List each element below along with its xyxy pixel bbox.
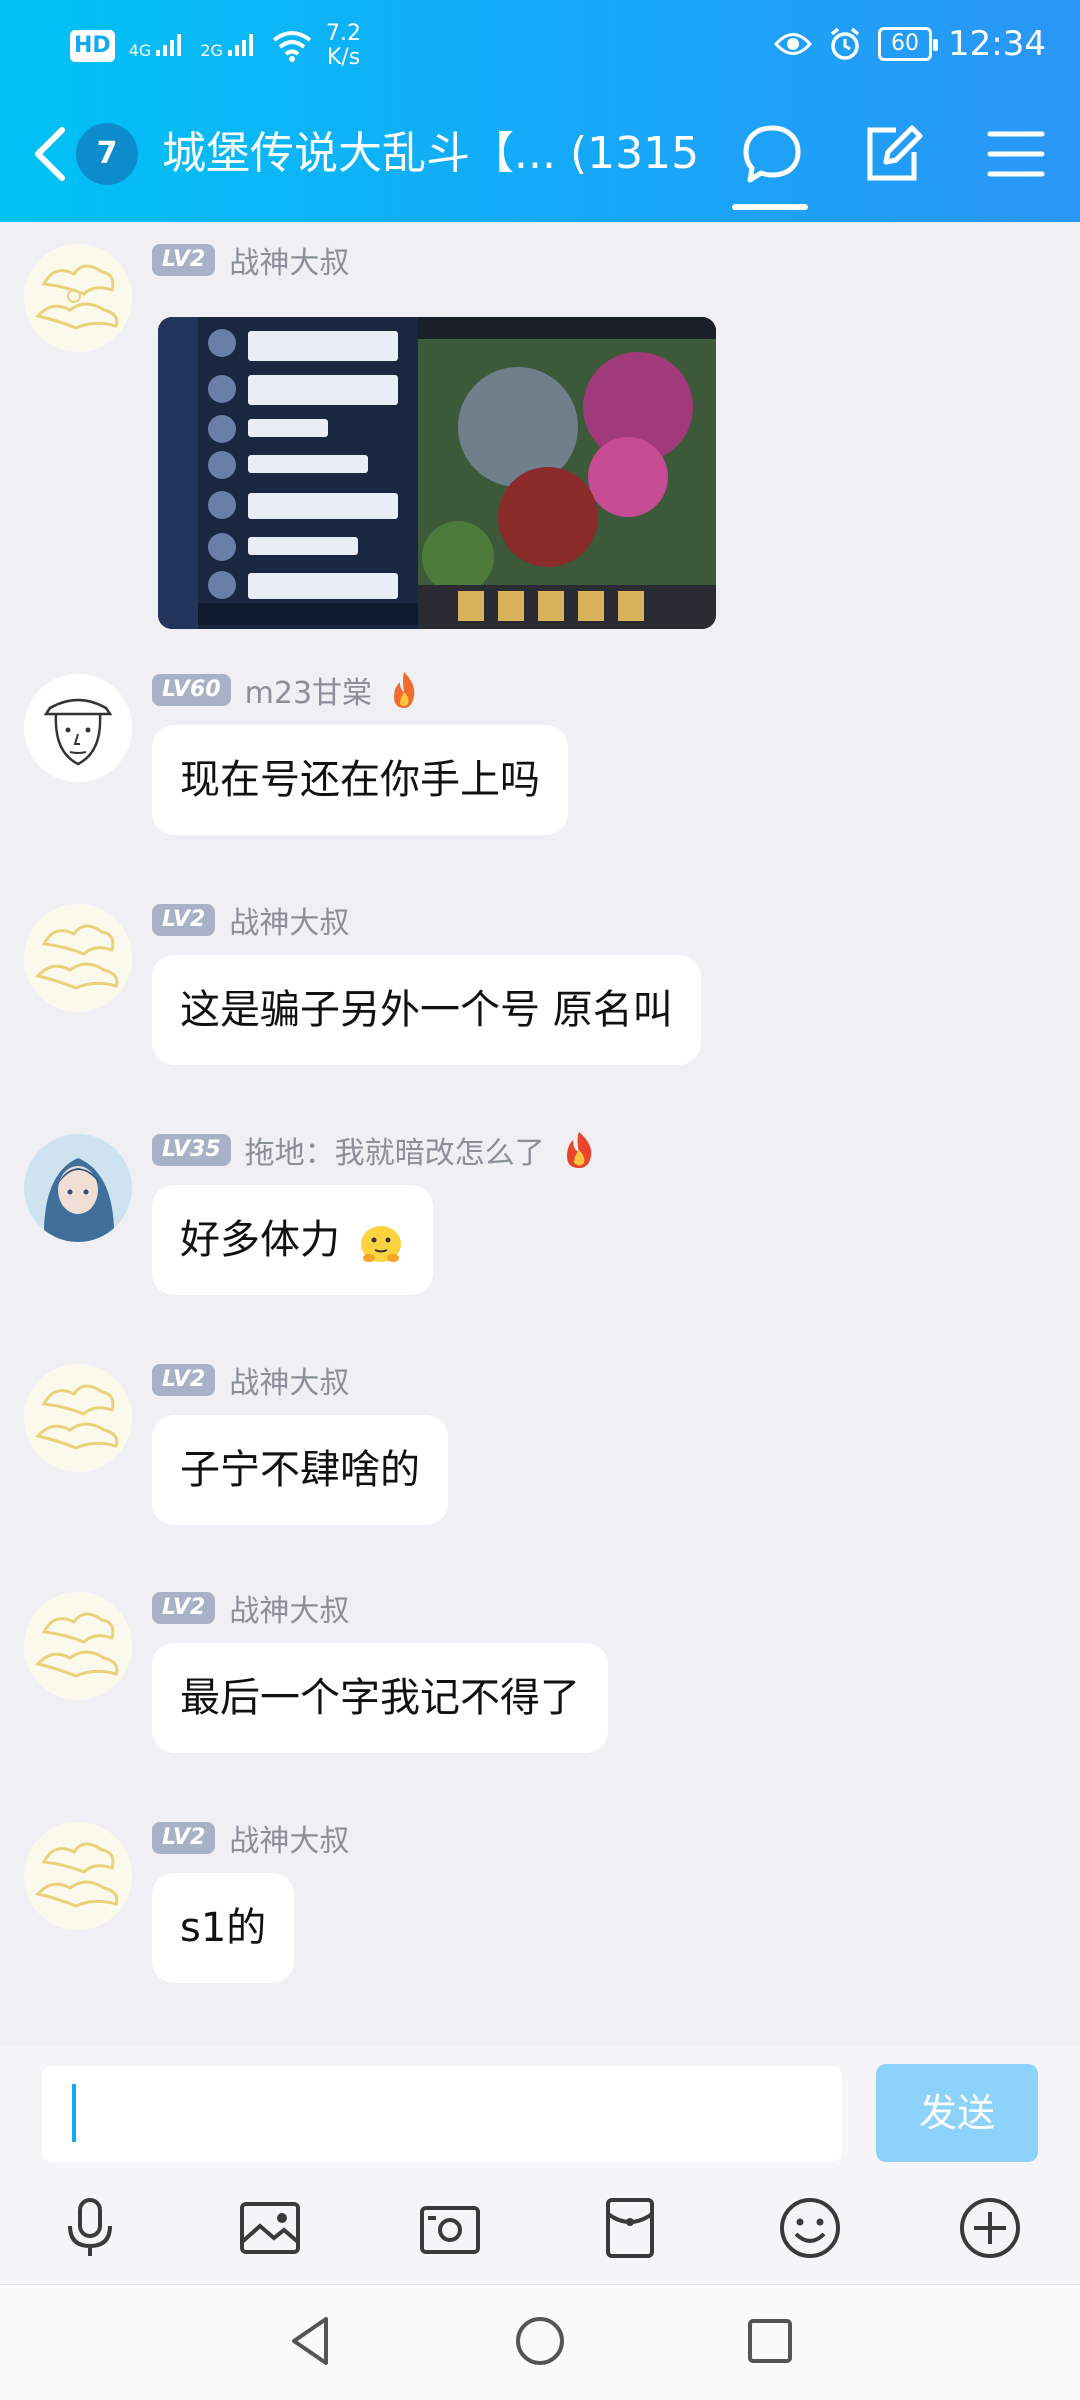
back-arrow-icon[interactable] [30, 126, 70, 182]
battery-indicator: 60 [878, 27, 939, 61]
sender-name[interactable]: 拖地：我就暗改怎么了 [245, 1128, 545, 1172]
cloud-pattern-avatar [24, 1364, 132, 1472]
message-item: LV2 战神大叔 最后一个字我记不得了 [0, 1580, 1080, 1780]
input-bar: 发送 [0, 2046, 1080, 2284]
cloud-pattern-avatar [24, 1592, 132, 1700]
hd-indicator: HD [70, 30, 115, 62]
sketch-face-avatar [24, 674, 132, 782]
message-item: LV35 拖地：我就暗改怎么了 好多体力 [0, 1122, 1080, 1322]
avatar[interactable] [24, 1364, 132, 1472]
active-tab-indicator [732, 204, 808, 210]
network-2g: 2G [200, 33, 258, 59]
add-icon[interactable] [958, 2196, 1022, 2260]
avatar[interactable] [24, 244, 132, 352]
shared-image[interactable] [158, 317, 716, 629]
emoji-icon[interactable] [778, 2196, 842, 2260]
nav-recents-icon[interactable] [740, 2311, 800, 2371]
sender-name[interactable]: 战神大叔 [229, 898, 349, 942]
chat-nav-bar: 7 城堡传说大乱斗【... (1315) [0, 100, 1080, 212]
signal-icon [228, 33, 254, 56]
level-badge: LV2 [152, 1592, 216, 1624]
red-packet-icon[interactable] [598, 2196, 662, 2260]
chat-bubble-icon[interactable] [740, 122, 804, 186]
cloud-pattern-avatar [24, 904, 132, 1012]
sender-name[interactable]: 战神大叔 [229, 1358, 349, 1402]
avatar[interactable] [24, 1134, 132, 1242]
image-icon[interactable] [238, 2196, 302, 2260]
level-badge: LV35 [152, 1134, 231, 1166]
level-badge: LV2 [152, 904, 216, 936]
level-badge: LV60 [152, 674, 231, 706]
text-cursor [72, 2084, 76, 2142]
status-bar: HD 4G 2G 7.2 K/s 60 12:34 [0, 0, 1080, 92]
camera-icon[interactable] [418, 2196, 482, 2260]
message-item: LV2 战神大叔 这是骗子另外一个号 原名叫 [0, 892, 1080, 1092]
edit-icon[interactable] [860, 122, 924, 186]
message-bubble[interactable]: 最后一个字我记不得了 [152, 1643, 608, 1753]
sender-name[interactable]: m23甘棠 [245, 668, 372, 712]
microphone-icon[interactable] [58, 2196, 122, 2260]
sender-name[interactable]: 战神大叔 [229, 1816, 349, 1860]
wifi-icon [272, 31, 312, 62]
message-input[interactable] [42, 2066, 842, 2162]
avatar[interactable] [24, 674, 132, 782]
level-badge: LV2 [152, 1822, 216, 1854]
sender-name[interactable]: 战神大叔 [229, 238, 349, 282]
nav-home-icon[interactable] [510, 2311, 570, 2371]
anime-girl-avatar [24, 1134, 132, 1242]
clock: 12:34 [948, 24, 1046, 64]
fire-icon [394, 672, 415, 708]
cloud-pattern-avatar [24, 244, 132, 352]
eye-icon [774, 33, 813, 55]
network-4g: 4G [129, 33, 187, 59]
menu-icon[interactable] [984, 122, 1048, 186]
level-badge: LV2 [152, 244, 216, 276]
message-item: LV2 战神大叔 [0, 232, 1080, 642]
big-fire-icon [566, 1132, 591, 1168]
message-bubble[interactable]: 子宁不肆啥的 [152, 1415, 448, 1525]
app-header: HD 4G 2G 7.2 K/s 60 12:34 7 城堡传说大乱斗【... … [0, 0, 1080, 222]
message-item: LV60 m23甘棠 现在号还在你手上吗 [0, 662, 1080, 862]
message-bubble[interactable]: 这是骗子另外一个号 原名叫 [152, 955, 701, 1065]
send-button[interactable]: 发送 [876, 2064, 1038, 2162]
unread-count-badge[interactable]: 7 [76, 123, 138, 185]
message-bubble[interactable]: 好多体力 [152, 1185, 433, 1295]
game-screenshot-image [158, 317, 716, 629]
system-navigation-bar [0, 2284, 1080, 2400]
message-bubble[interactable]: 现在号还在你手上吗 [152, 725, 568, 835]
sender-name[interactable]: 战神大叔 [229, 1586, 349, 1630]
avatar[interactable] [24, 904, 132, 1012]
message-item: LV2 战神大叔 子宁不肆啥的 [0, 1352, 1080, 1552]
message-bubble[interactable]: s1的 [152, 1873, 295, 1983]
cloud-pattern-avatar [24, 1822, 132, 1930]
alarm-icon [830, 27, 860, 60]
nav-back-icon[interactable] [280, 2311, 340, 2371]
level-badge: LV2 [152, 1364, 216, 1396]
avatar[interactable] [24, 1592, 132, 1700]
sticker-emoji-icon [360, 1226, 401, 1262]
message-list[interactable]: LV2 战神大叔 LV60 m23甘棠 现在号还在你手上吗 LV2 战神大叔 这… [0, 222, 1080, 2046]
chat-title[interactable]: 城堡传说大乱斗【... (1315) [162, 124, 702, 184]
signal-icon [156, 33, 182, 56]
avatar[interactable] [24, 1822, 132, 1930]
net-speed: 7.2 K/s [326, 21, 362, 70]
message-item: LV2 战神大叔 s1的 [0, 1810, 1080, 2010]
